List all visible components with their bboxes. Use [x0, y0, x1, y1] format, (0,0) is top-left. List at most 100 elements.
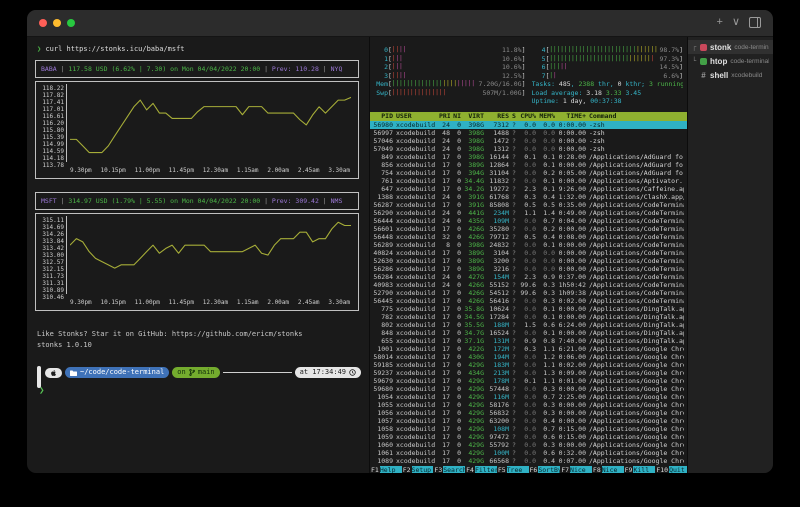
window-content: ❯ curl https://stonks.icu/baba/msft BABA… — [27, 37, 773, 473]
msft-y-axis: 315.11314.69314.26313.84313.42313.00312.… — [38, 216, 66, 294]
process-row[interactable]: 52630xcodebuild170389G3200?0.00.00:00.00… — [370, 257, 687, 265]
process-row[interactable]: 57046xcodebuild240398G1472?0.00.00:00.00… — [370, 137, 687, 145]
meter-cpu6: 6[|||||14.5%] — [532, 63, 684, 72]
prompt-cursor-line[interactable]: ❯ — [39, 386, 361, 396]
fkey-F6[interactable]: F6SortBy — [529, 466, 561, 473]
process-row[interactable]: 56289xcodebuild80398G24832?0.00.10:00.00… — [370, 241, 687, 249]
process-row[interactable]: 1060xcodebuild170429G55792?0.00.30:00.00… — [370, 441, 687, 449]
fkey-F1[interactable]: F1Help — [370, 466, 402, 473]
process-row[interactable]: 775xcodebuild17035.8G10624?0.00.10:00.00… — [370, 305, 687, 313]
process-row[interactable]: 40824xcodebuild170389G3104?0.00.00:00.00… — [370, 249, 687, 257]
process-row[interactable]: 761xcodebuild17034.4G11832?0.00.10:00.00… — [370, 177, 687, 185]
fkey-F8[interactable]: F8Nice + — [592, 466, 624, 473]
process-row[interactable]: 58014xcodebuild170430G194M?0.01.20:06.00… — [370, 353, 687, 361]
y-tick: 312.57 — [38, 259, 64, 266]
process-row[interactable]: 1001xcodebuild170422G172M?0.31.16:21.00/… — [370, 345, 687, 353]
os-segment — [45, 368, 62, 378]
x-tick: 10.15pm — [100, 299, 125, 306]
new-tab-button[interactable]: + — [717, 15, 723, 29]
process-row[interactable]: 848xcodebuild17034.7G16524?0.00.10:00.00… — [370, 329, 687, 337]
baba-y-axis: 118.22117.82117.41117.01116.61116.20115.… — [38, 84, 66, 162]
y-tick: 313.42 — [38, 245, 64, 252]
chevron-down-icon[interactable]: ∨ — [732, 15, 740, 29]
process-row[interactable]: 52790xcodebuild170426G54512?99.60.31h09:… — [370, 289, 687, 297]
x-tick: 11.00pm — [135, 299, 160, 306]
process-row[interactable]: 56601xcodebuild170426G35280?0.00.20:00.0… — [370, 225, 687, 233]
fkey-F10[interactable]: F10Quit — [655, 466, 687, 473]
column-header-virt[interactable]: VIRT — [464, 112, 484, 121]
y-tick: 313.00 — [38, 252, 64, 259]
fkey-F2[interactable]: F2Setup — [402, 466, 434, 473]
fkey-F3[interactable]: F3Search — [433, 466, 465, 473]
meter-cpu5: 5[|||||||||||||||||||||||||||||97.3%] — [532, 55, 684, 64]
column-header-mem[interactable]: MEM% — [539, 112, 555, 121]
process-row[interactable]: 1089xcodebuild170429G66568?0.00.40:07.00… — [370, 457, 687, 465]
process-row[interactable]: 56287xcodebuild170391G85808?0.50.50:35.0… — [370, 201, 687, 209]
tab-shell[interactable]: #shellxcodebuild — [688, 68, 773, 82]
process-row[interactable]: 856xcodebuild170389G12864?0.00.10:00.00/… — [370, 161, 687, 169]
column-header-cpu[interactable]: CPU% — [520, 112, 536, 121]
process-row[interactable]: 1058xcodebuild170429G108M?0.00.70:15.00/… — [370, 425, 687, 433]
process-row[interactable]: 647xcodebuild17034.2G19272?2.30.19:26.00… — [370, 185, 687, 193]
column-header-ni[interactable]: NI — [453, 112, 461, 121]
split-pane-icon[interactable] — [749, 17, 761, 28]
y-tick: 311.73 — [38, 273, 64, 280]
process-row[interactable]: 1055xcodebuild170429G58176?0.00.30:00.00… — [370, 401, 687, 409]
process-row[interactable]: 40983xcodebuild240426G55152?99.60.31h50:… — [370, 281, 687, 289]
column-header-user[interactable]: USER — [396, 112, 436, 121]
msft-plot-area — [66, 216, 354, 294]
baba-chart: 118.22117.82117.41117.01116.61116.20115.… — [35, 81, 359, 179]
process-row[interactable]: 1054xcodebuild170429G116M?0.00.72:25.00/… — [370, 393, 687, 401]
process-row[interactable]: 56284xcodebuild240427G154M?2.30.90:37.00… — [370, 273, 687, 281]
column-header-time[interactable]: TIME+ — [558, 112, 586, 121]
process-row[interactable]: 56448xcodebuild320426G79712?0.50.40:08.0… — [370, 233, 687, 241]
column-header-pri[interactable]: PRI — [439, 112, 450, 121]
tab-htop[interactable]: └htopcode-terminal — [688, 54, 773, 68]
process-row[interactable]: 1388xcodebuild240391G61768?0.30.41:32.00… — [370, 193, 687, 201]
tab-stonk[interactable]: ┌stonkcode-terminal — [688, 40, 773, 54]
prompt-chevron-icon: ❯ — [37, 45, 41, 53]
zoom-window-button[interactable] — [67, 19, 75, 27]
column-header-command[interactable]: Command — [589, 112, 684, 121]
titlebar[interactable]: + ∨ — [27, 10, 773, 37]
tabs-sidebar[interactable]: ┌stonkcode-terminal└htopcode-terminal#sh… — [687, 37, 773, 473]
git-segment: on main — [172, 367, 219, 378]
git-branch-icon — [189, 369, 195, 376]
process-row[interactable]: 56445xcodebuild170426G56416?0.00.30:02.0… — [370, 297, 687, 305]
column-header-s[interactable]: S — [512, 112, 517, 121]
process-row[interactable]: 802xcodebuild17035.5G188M?1.50.66:24.00/… — [370, 321, 687, 329]
process-row[interactable]: 849xcodebuild170398G16144?0.10.10:28.00/… — [370, 153, 687, 161]
process-row[interactable]: 754xcodebuild170394G31104?0.00.20:05.00/… — [370, 169, 687, 177]
x-tick: 2.00am — [267, 167, 289, 174]
column-header-res[interactable]: RES — [487, 112, 509, 121]
fkey-F4[interactable]: F4Filter — [465, 466, 497, 473]
process-row[interactable]: 56980xcodebuild240398G7312?0.00.00:00.00… — [370, 121, 687, 129]
process-row[interactable]: 1061xcodebuild170429G100M?0.00.60:32.00/… — [370, 449, 687, 457]
process-row[interactable]: 56290xcodebuild240441G234M?1.11.40:49.00… — [370, 209, 687, 217]
process-row[interactable]: 56997xcodebuild480398G1488?0.00.00:00.00… — [370, 129, 687, 137]
process-row[interactable]: 59679xcodebuild170429G178M?0.11.10:01.00… — [370, 377, 687, 385]
stonks-version-text: stonks 1.0.10 — [37, 340, 361, 351]
stonks-terminal-pane[interactable]: ❯ curl https://stonks.icu/baba/msft BABA… — [27, 37, 369, 473]
fkey-F5[interactable]: F5Tree — [497, 466, 529, 473]
process-row[interactable]: 655xcodebuild17037.1G131M?0.90.87:40.00/… — [370, 337, 687, 345]
fkey-F7[interactable]: F7Nice - — [560, 466, 592, 473]
process-row[interactable]: 1059xcodebuild170429G97472?0.00.60:15.00… — [370, 433, 687, 441]
process-row[interactable]: 782xcodebuild17034.5G17284?0.00.10:00.00… — [370, 313, 687, 321]
process-row[interactable]: 59680xcodebuild170429G57448?0.00.30:00.0… — [370, 385, 687, 393]
prompt-connector-line — [223, 372, 292, 373]
minimize-window-button[interactable] — [53, 19, 61, 27]
process-row[interactable]: 59185xcodebuild170429G183M?0.01.10:02.00… — [370, 361, 687, 369]
htop-pane[interactable]: 0[||||11.8%]1[|||10.6%]2[|||10.6%]3[||||… — [369, 37, 687, 473]
column-header-pid[interactable]: PID — [373, 112, 393, 121]
process-row[interactable]: 56444xcodebuild240435G109M?0.00.70:04.00… — [370, 217, 687, 225]
close-window-button[interactable] — [39, 19, 47, 27]
process-row[interactable]: 56286xcodebuild170389G3216?0.00.00:00.00… — [370, 265, 687, 273]
stonk-status-icon — [700, 44, 707, 51]
uptime: Uptime: 1 day, 00:37:38 — [532, 97, 684, 106]
process-row[interactable]: 1056xcodebuild170429G56832?0.00.30:00.00… — [370, 409, 687, 417]
process-row[interactable]: 57049xcodebuild240398G1312?0.00.00:00.00… — [370, 145, 687, 153]
process-row[interactable]: 59237xcodebuild170434G213M?0.01.30:09.00… — [370, 369, 687, 377]
process-row[interactable]: 1057xcodebuild170429G63200?0.00.40:00.00… — [370, 417, 687, 425]
fkey-F9[interactable]: F9Kill — [624, 466, 656, 473]
